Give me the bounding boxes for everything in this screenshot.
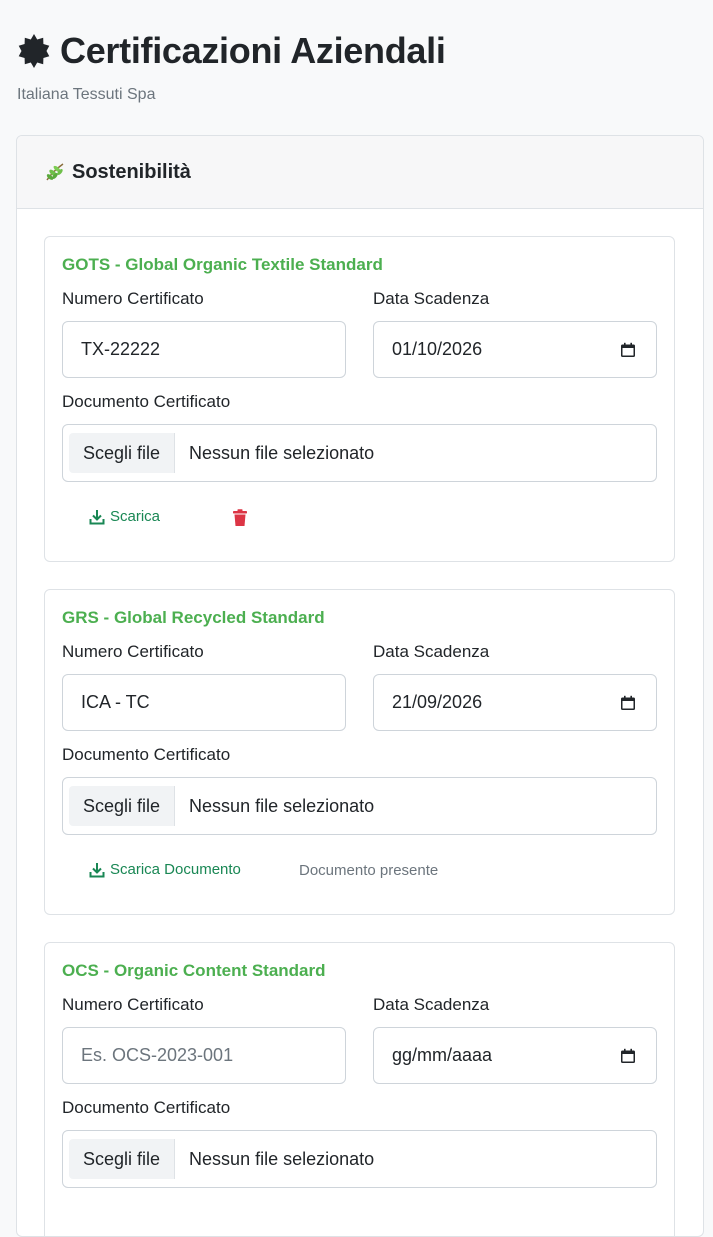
choose-file-button[interactable]: Scegli file — [69, 1139, 176, 1179]
expiry-date-value: 21/09/2026 — [392, 692, 483, 712]
calendar-icon[interactable] — [620, 342, 636, 358]
cert-number-label: Numero Certificato — [62, 642, 204, 661]
download-label: Scarica — [110, 508, 161, 525]
page-title: Certificazioni Aziendali — [16, 28, 446, 74]
cert-number-placeholder: Es. OCS-2023-001 — [81, 1045, 234, 1065]
cert-title: OCS - Organic Content Standard — [62, 961, 326, 980]
expiry-date-value: 01/10/2026 — [392, 339, 483, 359]
download-label: Scarica Documento — [110, 861, 241, 878]
cert-title: GRS - Global Recycled Standard — [62, 608, 325, 627]
section-title: Sostenibilità — [72, 160, 191, 183]
download-icon — [89, 862, 105, 878]
cert-number-input[interactable]: ICA - TC — [62, 674, 346, 731]
delete-icon[interactable] — [232, 509, 248, 527]
calendar-icon[interactable] — [620, 1048, 636, 1064]
company-name: Italiana Tessuti Spa — [17, 86, 156, 103]
no-file-text: Nessun file selezionato — [189, 1148, 375, 1169]
expiry-date-label: Data Scadenza — [373, 289, 490, 308]
card-header: Sostenibilità — [17, 136, 703, 209]
sustainability-card: Sostenibilità GOTS - Global Organic Text… — [16, 135, 704, 1237]
expiry-date-input[interactable]: gg/mm/aaaa — [373, 1027, 657, 1084]
download-icon — [89, 509, 105, 525]
cert-number-label: Numero Certificato — [62, 995, 204, 1014]
choose-file-button[interactable]: Scegli file — [69, 786, 176, 826]
cert-number-value: ICA - TC — [81, 692, 150, 712]
expiry-date-placeholder: gg/mm/aaaa — [392, 1045, 493, 1065]
cert-grs: GRS - Global Recycled Standard Numero Ce… — [44, 589, 675, 915]
document-file-input[interactable]: Scegli file Nessun file selezionato — [62, 1130, 657, 1188]
cert-number-label: Numero Certificato — [62, 289, 204, 308]
cert-number-input[interactable]: Es. OCS-2023-001 — [62, 1027, 346, 1084]
expiry-date-input[interactable]: 21/09/2026 — [373, 674, 657, 731]
document-file-input[interactable]: Scegli file Nessun file selezionato — [62, 777, 657, 835]
cert-number-value: TX-22222 — [81, 339, 161, 359]
expiry-date-label: Data Scadenza — [373, 642, 490, 661]
leaf-icon — [44, 161, 66, 183]
expiry-date-input[interactable]: 01/10/2026 — [373, 321, 657, 378]
gear-badge-icon — [16, 33, 52, 69]
document-label: Documento Certificato — [62, 1098, 231, 1117]
page-title-text: Certificazioni Aziendali — [60, 30, 446, 71]
choose-file-button[interactable]: Scegli file — [69, 433, 176, 473]
download-document-button[interactable]: Scarica Documento — [89, 861, 241, 878]
cert-title: GOTS - Global Organic Textile Standard — [62, 255, 383, 274]
document-status: Documento presente — [299, 862, 439, 879]
download-button[interactable]: Scarica — [89, 508, 160, 525]
expiry-date-label: Data Scadenza — [373, 995, 490, 1014]
calendar-icon[interactable] — [620, 695, 636, 711]
cert-ocs: OCS - Organic Content Standard Numero Ce… — [44, 942, 675, 1236]
document-label: Documento Certificato — [62, 745, 231, 764]
document-file-input[interactable]: Scegli file Nessun file selezionato — [62, 424, 657, 482]
no-file-text: Nessun file selezionato — [189, 442, 375, 463]
cert-gots: GOTS - Global Organic Textile Standard N… — [44, 236, 675, 562]
page: Certificazioni Aziendali Italiana Tessut… — [0, 0, 713, 1237]
no-file-text: Nessun file selezionato — [189, 795, 375, 816]
document-label: Documento Certificato — [62, 392, 231, 411]
cert-number-input[interactable]: TX-22222 — [62, 321, 346, 378]
